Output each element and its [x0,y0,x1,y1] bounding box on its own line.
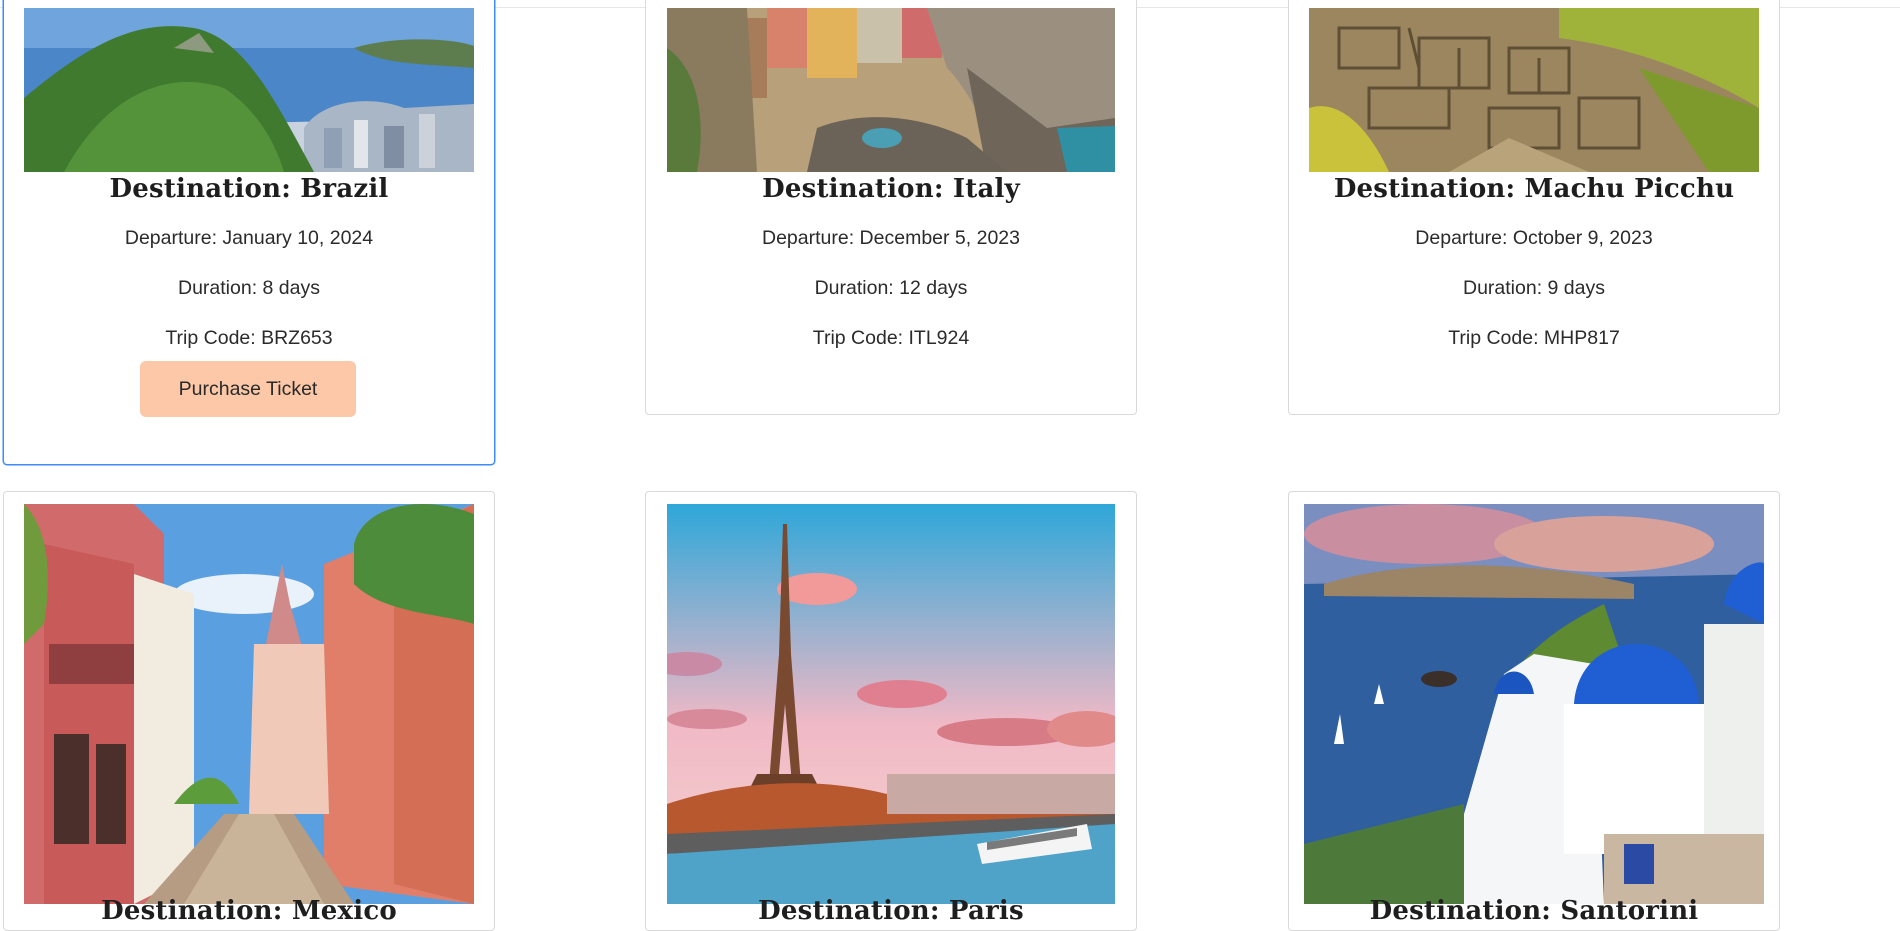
departure-text: Departure: December 5, 2023 [762,227,1020,249]
machu-picchu-photo [1309,8,1759,172]
departure-text: Departure: October 9, 2023 [1415,227,1653,249]
purchase-ticket-button[interactable]: Purchase Ticket [140,361,356,417]
destination-title: Destination: Italy [762,174,1020,204]
trip-code-text: Trip Code: ITL924 [812,327,970,349]
destination-title: Destination: Brazil [109,174,389,204]
departure-text: Departure: January 10, 2024 [124,227,374,249]
mexico-street-photo [24,504,474,904]
destination-title: Destination: Mexico [101,896,397,926]
rio-de-janeiro-photo [24,8,474,172]
destination-title: Destination: Paris [758,896,1024,926]
trip-code-text: Trip Code: BRZ653 [165,327,333,349]
cinque-terre-photo [667,8,1115,172]
eiffel-tower-photo [667,504,1115,904]
destination-title: Destination: Santorini [1369,896,1699,926]
trip-card-brazil[interactable]: Destination: Brazil Departure: January 1… [3,0,495,465]
trip-card-santorini[interactable]: Destination: Santorini [1288,491,1780,931]
trip-card-machu-picchu[interactable]: Destination: Machu Picchu Departure: Oct… [1288,0,1780,415]
trip-code-text: Trip Code: MHP817 [1448,327,1620,349]
duration-text: Duration: 9 days [1463,277,1605,299]
destination-title: Destination: Machu Picchu [1333,174,1735,204]
duration-text: Duration: 8 days [178,277,320,299]
duration-text: Duration: 12 days [814,277,968,299]
trip-card-italy[interactable]: Destination: Italy Departure: December 5… [645,0,1137,415]
trip-card-paris[interactable]: Destination: Paris [645,491,1137,931]
trip-card-mexico[interactable]: Destination: Mexico [3,491,495,931]
santorini-photo [1304,504,1764,904]
